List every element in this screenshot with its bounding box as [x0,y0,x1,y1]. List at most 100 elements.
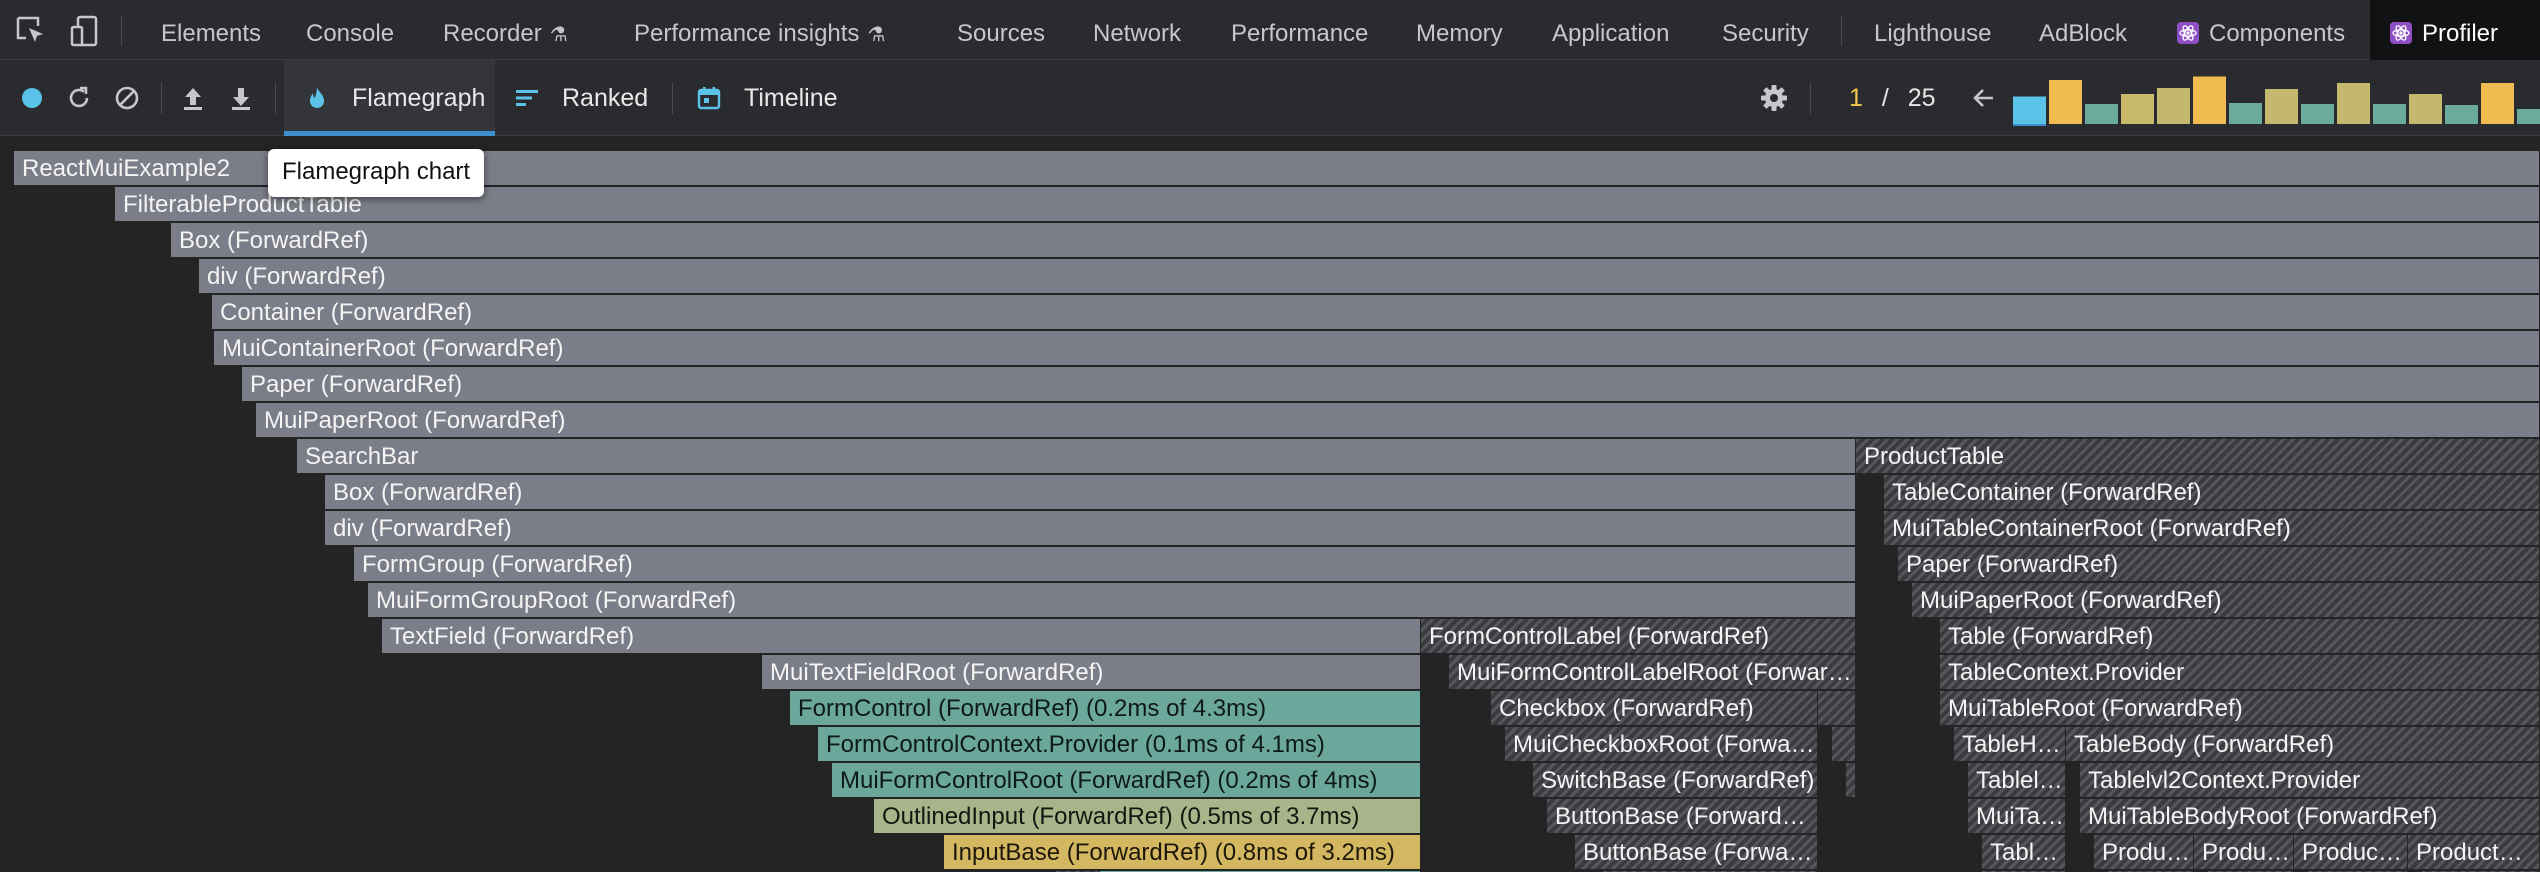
devtools-tab-bar: Elements Console Recorder ⚗ Performance i… [0,0,2540,60]
tab-security[interactable]: Security [1722,0,1809,60]
flamegraph-node[interactable]: MuiTableHeadRoot (ForwardRef) [1968,799,2066,833]
flamegraph-node[interactable]: Tablelvl2Context.Provider [1968,763,2066,797]
save-profile-icon[interactable] [223,80,259,116]
tab-memory[interactable]: Memory [1416,0,1503,60]
commit-bar[interactable] [2337,83,2370,124]
flamegraph-node[interactable]: ProductRow [2294,835,2408,869]
tab-components[interactable]: Components [2177,0,2345,60]
commit-bar[interactable] [2265,89,2298,124]
tab-adblock[interactable]: AdBlock [2039,0,2127,60]
flamegraph-node[interactable]: Tablelvl2Context.Provider [2080,763,2540,797]
commit-bar[interactable] [2049,80,2082,124]
flamegraph-node[interactable]: Table (ForwardRef) [1940,619,2540,653]
tab-profiler-label: Profiler [2422,20,2499,47]
commit-bar[interactable] [2445,105,2478,124]
flamegraph-node[interactable]: Box (ForwardRef) [325,475,1856,509]
tab-recorder[interactable]: Recorder ⚗ [443,0,568,60]
flamegraph-node[interactable]: MuiTableContainerRoot (ForwardRef) [1884,511,2540,545]
tab-lighthouse[interactable]: Lighthouse [1874,0,1991,60]
flamegraph-node[interactable]: MuiFormControlRoot (ForwardRef) (0.2ms o… [832,763,1421,797]
commit-bar[interactable] [2373,104,2406,124]
flamegraph-node[interactable]: MuiTextFieldRoot (ForwardRef) [762,655,1421,689]
tab-timeline[interactable]: Timeline [696,60,838,136]
tab-console[interactable]: Console [306,0,394,60]
separator [672,82,673,114]
flamegraph-node[interactable]: Paper (ForwardRef) [1898,547,2540,581]
inspect-element-icon[interactable] [14,14,50,48]
reload-and-profile-icon[interactable] [61,80,97,116]
flamegraph-node[interactable] [1832,727,1856,761]
flamegraph-node[interactable]: FormControlLabel (ForwardRef) [1421,619,1856,653]
flamegraph-node[interactable]: SearchBar [297,439,1856,473]
flamegraph-node[interactable]: FormControl (ForwardRef) (0.2ms of 4.3ms… [790,691,1421,725]
tab-application[interactable]: Application [1552,0,1669,60]
flamegraph-node[interactable]: MuiContainerRoot (ForwardRef) [214,331,2540,365]
flask-icon: ⚗ [549,24,568,46]
previous-commit-arrow-icon[interactable] [1966,80,2002,116]
commit-bar[interactable] [2409,94,2442,124]
settings-gear-icon[interactable] [1756,80,1792,116]
device-toolbar-icon[interactable] [68,14,104,48]
flamegraph-node[interactable]: MuiPaperRoot (ForwardRef) [1912,583,2540,617]
tab-elements[interactable]: Elements [161,0,261,60]
flamegraph-node[interactable]: ButtonBase (ForwardRef) [1575,835,1818,869]
separator [275,82,276,114]
flamegraph-node[interactable]: TableRow (ForwardRef) [1982,835,2066,869]
flamegraph-node[interactable]: div (ForwardRef) [325,511,1856,545]
clear-profile-icon[interactable] [109,80,145,116]
flamegraph-node[interactable]: MuiTableRoot (ForwardRef) [1940,691,2540,725]
flamegraph-node[interactable]: div (ForwardRef) [199,259,2540,293]
separator [1841,16,1842,46]
flamegraph-node[interactable]: ButtonBase (ForwardRef) [1547,799,1818,833]
tab-performance-insights[interactable]: Performance insights ⚗ [634,0,885,60]
tab-flamegraph[interactable]: Flamegraph [284,60,495,136]
flamegraph-node[interactable]: ProductRow [2094,835,2194,869]
flamegraph-node[interactable]: TextField (ForwardRef) [382,619,1421,653]
flamegraph-node[interactable]: Checkbox (ForwardRef) [1491,691,1818,725]
flamegraph-node[interactable]: MuiTableBodyRoot (ForwardRef) [2080,799,2540,833]
flamegraph-node[interactable]: TableContainer (ForwardRef) [1884,475,2540,509]
separator [161,82,162,114]
flamegraph-node[interactable]: FormGroup (ForwardRef) [354,547,1856,581]
flamegraph-node[interactable]: MuiFormGroupRoot (ForwardRef) [368,583,1856,617]
load-profile-icon[interactable] [175,80,211,116]
tab-sources[interactable]: Sources [957,0,1045,60]
flamegraph-node[interactable]: ProductTable [1856,439,2540,473]
flamegraph-node[interactable] [1818,691,1856,725]
tab-components-label: Components [2209,20,2346,47]
flamegraph-node[interactable]: Paper (ForwardRef) [242,367,2540,401]
commit-bar[interactable] [2193,76,2226,125]
tab-ranked[interactable]: Ranked [514,60,648,136]
flame-icon [310,87,324,108]
flamegraph-chart[interactable]: ReactMuiExample2 FilterableProductTable Bo… [0,137,2540,872]
flamegraph-node[interactable]: Box (ForwardRef) [171,223,2540,257]
commit-bar[interactable] [2157,88,2190,124]
flamegraph-node[interactable]: ProductRow [2194,835,2294,869]
flamegraph-node[interactable]: SwitchBase (ForwardRef) [1533,763,1818,797]
commit-bar[interactable] [2229,103,2262,124]
tab-timeline-label: Timeline [744,84,838,112]
commit-bar[interactable] [2085,104,2118,124]
tab-network[interactable]: Network [1093,0,1181,60]
commit-bar[interactable] [2301,104,2334,124]
flamegraph-node[interactable]: TableBody (ForwardRef) [2066,727,2540,761]
flamegraph-node[interactable]: Container (ForwardRef) [212,295,2540,329]
flamegraph-node[interactable]: FormControlContext.Provider (0.1ms of 4.… [818,727,1421,761]
flamegraph-node[interactable]: TableHead (ForwardRef) [1954,727,2066,761]
commit-bar[interactable] [2013,96,2046,125]
flamegraph-node[interactable]: MuiCheckboxRoot (ForwardRef) [1505,727,1818,761]
flamegraph-node[interactable]: ProductRow [2408,835,2540,869]
flamegraph-node[interactable]: TableContext.Provider [1940,655,2540,689]
flamegraph-node[interactable]: OutlinedInput (ForwardRef) (0.5ms of 3.7… [874,799,1421,833]
commit-bar[interactable] [2121,94,2154,124]
flamegraph-node[interactable]: MuiFormControlLabelRoot (ForwardRef) [1449,655,1856,689]
commit-bar[interactable] [2481,83,2514,124]
flamegraph-node[interactable]: MuiPaperRoot (ForwardRef) [256,403,2540,437]
tab-profiler[interactable]: Profiler [2370,0,2540,60]
commit-selector-chart[interactable] [2013,70,2540,126]
tab-performance[interactable]: Performance [1231,0,1368,60]
commit-bar[interactable] [2517,109,2540,124]
flamegraph-node[interactable] [1846,763,1856,797]
flamegraph-node[interactable]: InputBase (ForwardRef) (0.8ms of 3.2ms) [944,835,1421,869]
record-button[interactable] [14,80,50,116]
